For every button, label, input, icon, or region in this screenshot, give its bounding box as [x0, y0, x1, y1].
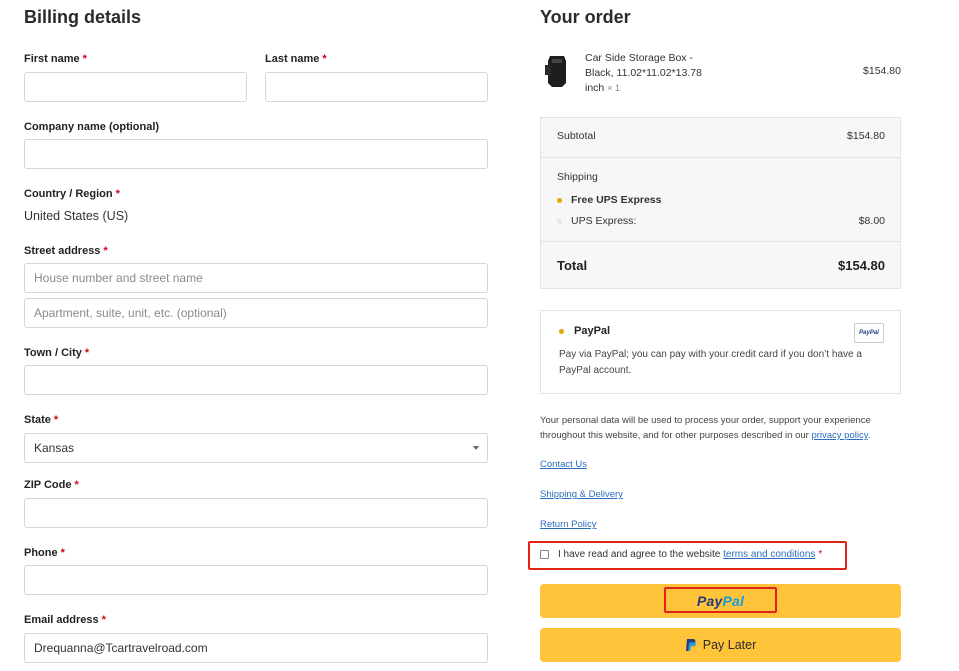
- state-select[interactable]: Kansas: [24, 433, 488, 463]
- total-row: Total $154.80: [541, 242, 900, 288]
- product-name: Car Side Storage Box - Black, 11.02*11.0…: [585, 52, 702, 94]
- privacy-notice: Your personal data will be used to proce…: [540, 415, 871, 441]
- payment-method-paypal: PayPal PayPal Pay via PayPal; you can pa…: [540, 310, 901, 394]
- first-name-input[interactable]: [24, 72, 247, 102]
- state-label: State *: [24, 414, 59, 426]
- order-title: Your order: [540, 7, 631, 27]
- radio-selected-icon: [557, 197, 562, 203]
- paypal-p-icon: [685, 639, 696, 651]
- country-label: Country / Region *: [24, 188, 120, 200]
- shipping-label: Shipping: [557, 171, 598, 183]
- subtotal-value: $154.80: [847, 130, 885, 142]
- terms-checkbox[interactable]: [540, 550, 549, 559]
- payment-method-label: PayPal: [574, 325, 611, 337]
- street-address-line2-input[interactable]: Apartment, suite, unit, etc. (optional): [24, 298, 488, 328]
- shipping-option-free-ups[interactable]: Free UPS Express: [557, 194, 661, 206]
- city-label: Town / City *: [24, 347, 90, 359]
- city-input[interactable]: [24, 365, 488, 395]
- paypal-badge-icon: PayPal: [854, 323, 884, 343]
- terms-row: I have read and agree to the website ter…: [540, 549, 822, 560]
- phone-input[interactable]: [24, 565, 488, 595]
- pay-later-button[interactable]: Pay Later: [540, 628, 901, 662]
- email-input[interactable]: Drequanna@Tcartravelroad.com: [24, 633, 488, 663]
- company-input[interactable]: [24, 139, 488, 169]
- pay-later-label: Pay Later: [702, 638, 757, 652]
- product-quantity: × 1: [607, 83, 620, 93]
- last-name-input[interactable]: [265, 72, 488, 102]
- phone-label: Phone *: [24, 547, 65, 559]
- street-label: Street address *: [24, 245, 108, 257]
- shipping-delivery-link[interactable]: Shipping & Delivery: [540, 489, 623, 500]
- email-label: Email address *: [24, 614, 106, 626]
- street-address-input[interactable]: House number and street name: [24, 263, 488, 293]
- company-label: Company name (optional): [24, 121, 160, 133]
- product-thumbnail: [542, 53, 572, 89]
- paypal-button-highlight: [664, 587, 777, 613]
- payment-description: Pay via PayPal; you can pay with your cr…: [559, 349, 862, 376]
- radio-unselected-icon: [557, 218, 562, 224]
- total-value: $154.80: [838, 258, 885, 273]
- return-policy-link[interactable]: Return Policy: [540, 519, 597, 530]
- order-totals: Subtotal $154.80 Shipping Free UPS Expre…: [540, 117, 901, 289]
- product-price: $154.80: [863, 65, 901, 77]
- chevron-down-icon: [473, 446, 479, 450]
- zip-label: ZIP Code *: [24, 479, 79, 491]
- terms-link[interactable]: terms and conditions: [723, 549, 815, 560]
- country-value: United States (US): [24, 209, 129, 223]
- total-label: Total: [557, 258, 588, 273]
- divider: [541, 157, 900, 158]
- contact-us-link[interactable]: Contact Us: [540, 459, 587, 470]
- radio-selected-icon[interactable]: [559, 329, 564, 334]
- privacy-policy-link[interactable]: privacy policy: [811, 430, 867, 441]
- ups-express-price: $8.00: [858, 215, 885, 227]
- shipping-option-ups-express[interactable]: UPS Express:: [557, 215, 636, 227]
- zip-input[interactable]: [24, 498, 488, 528]
- last-name-label: Last name *: [265, 53, 327, 65]
- subtotal-label: Subtotal: [557, 130, 596, 142]
- billing-title: Billing details: [24, 7, 142, 27]
- first-name-label: First name *: [24, 53, 87, 65]
